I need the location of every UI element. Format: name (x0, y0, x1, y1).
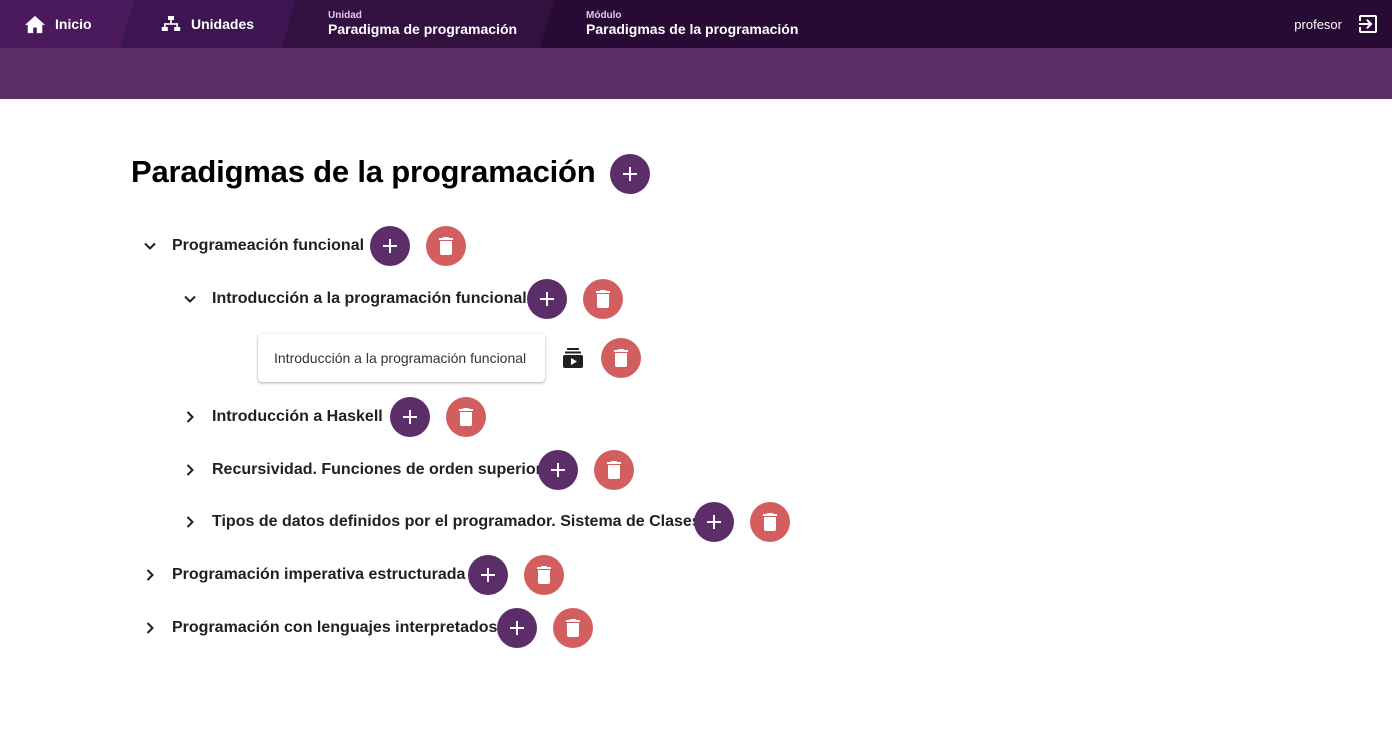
plus-icon (403, 410, 417, 424)
subtopic-label[interactable]: Introducción a la programación funcional (212, 290, 527, 308)
breadcrumb-module[interactable]: Módulo Paradigmas de la programación (540, 0, 1392, 48)
top-navigation-bar: Inicio Unidades Unidad Paradigma de prog… (0, 0, 1392, 48)
plus-icon (623, 167, 637, 181)
plus-icon (540, 292, 554, 306)
chevron-right-icon[interactable] (180, 407, 200, 427)
add-lesson-button[interactable] (527, 279, 567, 319)
add-lesson-button[interactable] (694, 502, 734, 542)
breadcrumb-home-label: Inicio (55, 16, 92, 32)
chevron-right-icon[interactable] (180, 460, 200, 480)
delete-topic-button[interactable] (524, 555, 564, 595)
plus-icon (383, 239, 397, 253)
topic-label[interactable]: Programación con lenguajes interpretados (172, 619, 497, 637)
logout-icon[interactable] (1356, 12, 1380, 36)
chevron-right-icon[interactable] (180, 512, 200, 532)
tree-item-topic-1: Programeación funcional (140, 226, 364, 266)
chevron-down-icon[interactable] (180, 289, 200, 309)
tree-item-subtopic-1: Introducción a la programación funcional (180, 279, 527, 319)
tree-item-topic-2: Programación imperativa estructurada (140, 555, 465, 595)
breadcrumb-unit-caption: Unidad (328, 10, 362, 22)
trash-icon (614, 349, 628, 367)
trash-icon (763, 513, 777, 531)
trash-icon (596, 290, 610, 308)
topic-label[interactable]: Programeación funcional (172, 237, 364, 255)
delete-subtopic-button[interactable] (594, 450, 634, 490)
topic-label[interactable]: Programación imperativa estructurada (172, 566, 465, 584)
subtopic-label[interactable]: Introducción a Haskell (212, 408, 383, 426)
trash-icon (459, 408, 473, 426)
breadcrumb-unit[interactable]: Unidad Paradigma de programación (282, 0, 558, 48)
home-icon (24, 13, 46, 35)
delete-topic-button[interactable] (553, 608, 593, 648)
sitemap-icon (160, 13, 182, 35)
trash-icon (607, 461, 621, 479)
plus-icon (551, 463, 565, 477)
add-subtopic-button[interactable] (370, 226, 410, 266)
chevron-right-icon[interactable] (140, 565, 160, 585)
breadcrumb-units-label: Unidades (191, 16, 255, 32)
delete-subtopic-button[interactable] (583, 279, 623, 319)
lesson-label: Introducción a la programación funcional (274, 350, 527, 366)
tree-item-topic-3: Programación con lenguajes interpretados (140, 608, 497, 648)
plus-icon (481, 568, 495, 582)
chevron-down-icon[interactable] (140, 236, 160, 256)
trash-icon (537, 566, 551, 584)
trash-icon (566, 619, 580, 637)
delete-topic-button[interactable] (426, 226, 466, 266)
breadcrumb-module-name: Paradigmas de la programación (586, 21, 799, 38)
delete-subtopic-button[interactable] (446, 397, 486, 437)
breadcrumb-unit-name: Paradigma de programación (328, 21, 518, 38)
trash-icon (439, 237, 453, 255)
user-name: profesor (1294, 16, 1342, 32)
add-topic-button[interactable] (610, 154, 650, 194)
delete-subtopic-button[interactable] (750, 502, 790, 542)
chevron-right-icon[interactable] (140, 618, 160, 638)
tree-item-subtopic-4: Tipos de datos definidos por el programa… (180, 502, 701, 542)
breadcrumb-home[interactable]: Inicio (0, 0, 136, 48)
plus-icon (510, 621, 524, 635)
delete-lesson-button[interactable] (601, 338, 641, 378)
subtopic-label[interactable]: Tipos de datos definidos por el programa… (212, 513, 701, 531)
plus-icon (707, 515, 721, 529)
breadcrumb-module-caption: Módulo (586, 10, 622, 22)
add-lesson-button[interactable] (538, 450, 578, 490)
page-title: Paradigmas de la programación (131, 154, 596, 189)
header-band (0, 48, 1392, 99)
add-subtopic-button[interactable] (468, 555, 508, 595)
breadcrumb-units[interactable]: Unidades (120, 0, 298, 48)
video-library-icon[interactable] (562, 347, 584, 369)
lesson-card[interactable]: Introducción a la programación funcional (258, 334, 545, 382)
add-lesson-button[interactable] (390, 397, 430, 437)
tree-item-subtopic-2: Introducción a Haskell (180, 397, 383, 437)
tree-item-subtopic-3: Recursividad. Funciones de orden superio… (180, 450, 542, 490)
add-subtopic-button[interactable] (497, 608, 537, 648)
subtopic-label[interactable]: Recursividad. Funciones de orden superio… (212, 461, 542, 479)
